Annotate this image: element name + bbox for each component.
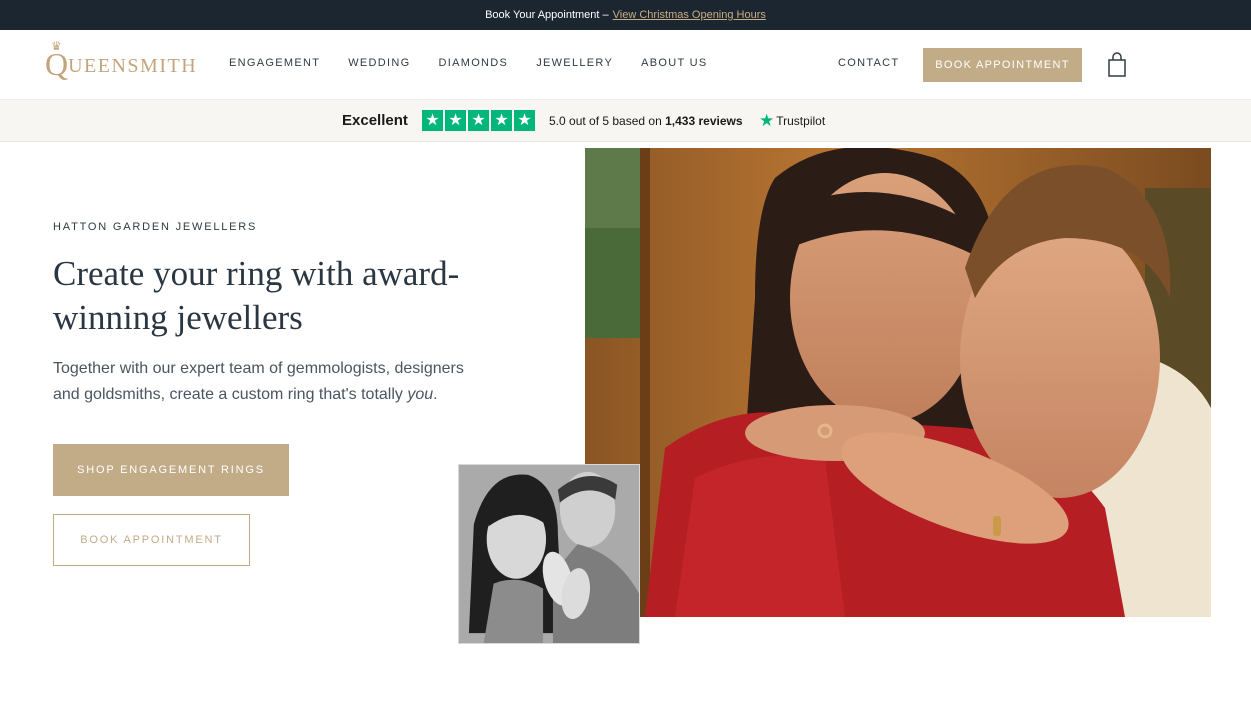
announcement-text: Book Your Appointment – — [485, 9, 609, 21]
rating-word: Excellent — [342, 112, 408, 129]
book-appointment-button[interactable]: BOOK APPOINTMENT — [923, 48, 1082, 82]
trustpilot-star-icon: ★ — [759, 111, 775, 130]
shopping-bag-icon[interactable] — [1106, 52, 1128, 78]
review-summary: 5.0 out of 5 based on 1,433 reviews — [549, 114, 743, 128]
nav-item-about-us[interactable]: ABOUT US — [641, 57, 707, 69]
star-icon: ★ — [514, 110, 535, 131]
hero-headline: Create your ring with award-winning jewe… — [53, 254, 460, 337]
trustpilot-logo[interactable]: ★ Trustpilot — [759, 112, 825, 129]
nav-item-engagement[interactable]: ENGAGEMENT — [229, 57, 320, 69]
nav-item-wedding[interactable]: WEDDING — [348, 57, 410, 69]
trustpilot-stars: ★ ★ ★ ★ ★ — [422, 110, 535, 131]
logo-initial: ♛ Q — [45, 39, 69, 82]
main-nav: ENGAGEMENT WEDDING DIAMONDS JEWELLERY AB… — [229, 57, 736, 69]
hero-couple-photo — [585, 148, 1211, 617]
site-header: ♛ Q UEENSMITH ENGAGEMENT WEDDING DIAMONDS… — [0, 30, 1251, 100]
star-icon: ★ — [422, 110, 443, 131]
christmas-hours-link[interactable]: View Christmas Opening Hours — [613, 9, 766, 21]
review-count: 1,433 reviews — [665, 114, 743, 128]
hero-eyebrow: HATTON GARDEN JEWELLERS — [53, 221, 258, 233]
description-emphasis: you — [407, 386, 434, 403]
crown-icon: ♛ — [51, 39, 62, 53]
shop-engagement-rings-button[interactable]: SHOP ENGAGEMENT RINGS — [53, 444, 289, 496]
hero-description: Together with our expert team of gemmolo… — [53, 360, 464, 403]
logo-text: UEENSMITH — [68, 55, 198, 77]
nav-item-diamonds[interactable]: DIAMONDS — [439, 57, 509, 69]
star-icon: ★ — [491, 110, 512, 131]
star-icon: ★ — [445, 110, 466, 131]
contact-link[interactable]: CONTACT — [838, 57, 899, 69]
queensmith-logo[interactable]: ♛ Q UEENSMITH — [45, 39, 198, 82]
inset-couple-photo — [458, 464, 640, 644]
nav-item-jewellery[interactable]: JEWELLERY — [536, 57, 613, 69]
announcement-bar: Book Your Appointment – View Christmas O… — [0, 0, 1251, 30]
star-icon: ★ — [468, 110, 489, 131]
hero-book-appointment-button[interactable]: BOOK APPOINTMENT — [53, 514, 250, 566]
trustpilot-bar[interactable]: Excellent ★ ★ ★ ★ ★ 5.0 out of 5 based o… — [0, 100, 1251, 142]
